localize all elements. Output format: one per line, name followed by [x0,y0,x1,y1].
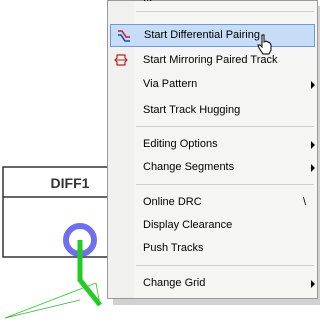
menu-separator [136,11,314,12]
menu-item-editing-options[interactable]: Editing Options [108,133,317,156]
menu-separator [136,126,314,127]
menu-item-start-mirroring-paired-track[interactable]: Start Mirroring Paired Track [108,49,317,72]
menu-item-label: Change Segments [143,161,235,173]
menu-item-label: Start Differential Pairing [144,29,260,41]
menu-item-label: Start Track Hugging [143,104,241,116]
menu-item-shortcut: \ [303,196,307,208]
menu-separator [136,265,314,266]
ratsnest-line-2 [4,299,81,319]
menu-item-label: Via Pattern [143,78,198,90]
menu-item-change-segments[interactable]: Change Segments [108,156,317,179]
menu-item-start-differential-pairing[interactable]: Start Differential Pairing [110,24,315,47]
ratsnest-line [4,282,97,319]
submenu-arrow-icon [311,164,315,172]
menu-item-push-tracks[interactable]: Push Tracks [108,237,317,260]
menu-item-via-pattern[interactable]: Via Pattern [108,73,317,96]
menu-item-online-drc[interactable]: Online DRC \ [108,191,317,214]
menu-item-display-clearance[interactable]: Display Clearance [108,214,317,237]
submenu-arrow-icon [311,280,315,288]
menu-item-label: Push Tracks [143,242,204,254]
component-label: DIFF1 [51,175,90,191]
mirror-track-icon [114,54,128,66]
diff-pair-icon [118,30,130,42]
menu-item-label: Online DRC [143,196,202,208]
submenu-arrow-icon [311,141,315,149]
menu-item-start-track-hugging[interactable]: Start Track Hugging [108,99,317,122]
menu-separator [136,184,314,185]
menu-item-label: Change Grid [143,277,206,289]
context-menu: ... Start Differential Pairing Start Mir… [107,0,318,299]
mouse-pointer-icon [257,34,272,55]
menu-item-change-grid[interactable]: Change Grid [108,272,317,295]
submenu-arrow-icon [311,81,315,89]
menu-item-cut-off[interactable]: ... [108,0,317,10]
menu-item-label: Display Clearance [143,219,233,231]
menu-item-label: Editing Options [143,138,218,150]
